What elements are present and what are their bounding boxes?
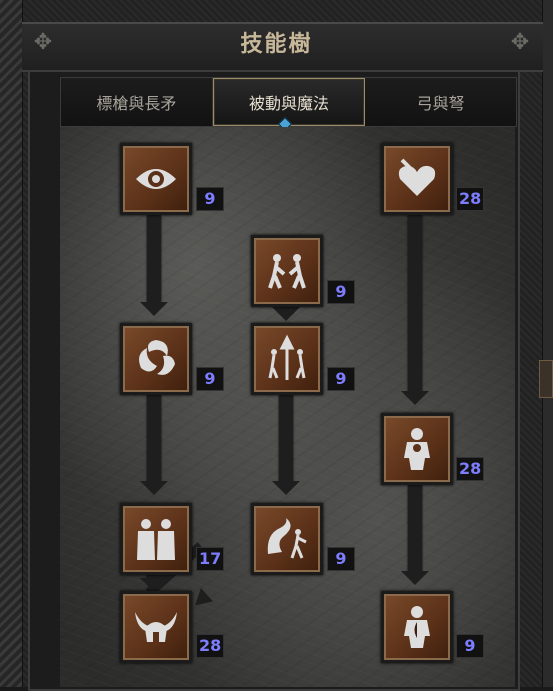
heart-dagger-icon: [398, 158, 436, 196]
skill-level-badge: 28: [456, 457, 485, 481]
arrow-head-icon: [140, 302, 168, 316]
skill-eye[interactable]: [120, 143, 192, 215]
skill-trident-figures[interactable]: [251, 323, 323, 395]
arrow-head-icon: [401, 391, 429, 405]
skill-level-badge: 9: [327, 547, 355, 571]
skill-two-bodies[interactable]: [120, 503, 192, 575]
skill-level-badge: 28: [456, 187, 485, 211]
skill-level-badge: 28: [196, 634, 225, 658]
horned-helm-icon: [135, 612, 177, 646]
skill-level-badge: 9: [196, 367, 224, 391]
connector-line: [147, 215, 161, 303]
tab-bow-crossbow[interactable]: 弓與弩: [365, 78, 517, 126]
arrow-head-icon: [272, 307, 300, 321]
skill-half-silhouette[interactable]: [381, 591, 453, 663]
two-bodies-icon: [137, 519, 175, 560]
skill-body-silhouette[interactable]: [381, 413, 453, 485]
connector-line: [147, 395, 161, 483]
spirit-figure-icon: [267, 518, 307, 559]
connector-line: [279, 395, 293, 483]
half-silhouette-icon: [404, 606, 430, 648]
page-title: 技能樹: [240, 32, 313, 57]
arrow-head-icon: [401, 571, 429, 585]
connector-line: [408, 215, 422, 393]
skill-spirit-figure[interactable]: [251, 503, 323, 575]
twin-figures-icon: [268, 254, 306, 289]
skill-twin-figures[interactable]: [251, 235, 323, 307]
skill-level-badge: 9: [327, 367, 355, 391]
arrow-head-icon: [272, 481, 300, 495]
tab-javelin-spear[interactable]: 標槍與長矛: [61, 78, 213, 126]
side-handle[interactable]: [539, 360, 553, 398]
skill-level-badge: 9: [327, 280, 355, 304]
skill-horned-helm[interactable]: [120, 591, 192, 663]
skill-swirl[interactable]: [120, 323, 192, 395]
arrow-head-icon: [140, 481, 168, 495]
eye-icon: [136, 169, 176, 189]
skill-level-badge: 17: [196, 547, 225, 571]
skill-level-badge: 9: [456, 634, 484, 658]
tab-passive-magic[interactable]: 被動與魔法: [212, 78, 366, 126]
connector-line: [408, 485, 422, 573]
frame-left-border: [0, 0, 23, 687]
skill-level-badge: 9: [196, 187, 224, 211]
frame-right-border: [542, 0, 553, 687]
trident-figures-icon: [268, 334, 306, 380]
skill-heart-dagger[interactable]: [381, 143, 453, 215]
body-silhouette-icon: [404, 428, 430, 470]
swirl-icon: [139, 340, 175, 375]
